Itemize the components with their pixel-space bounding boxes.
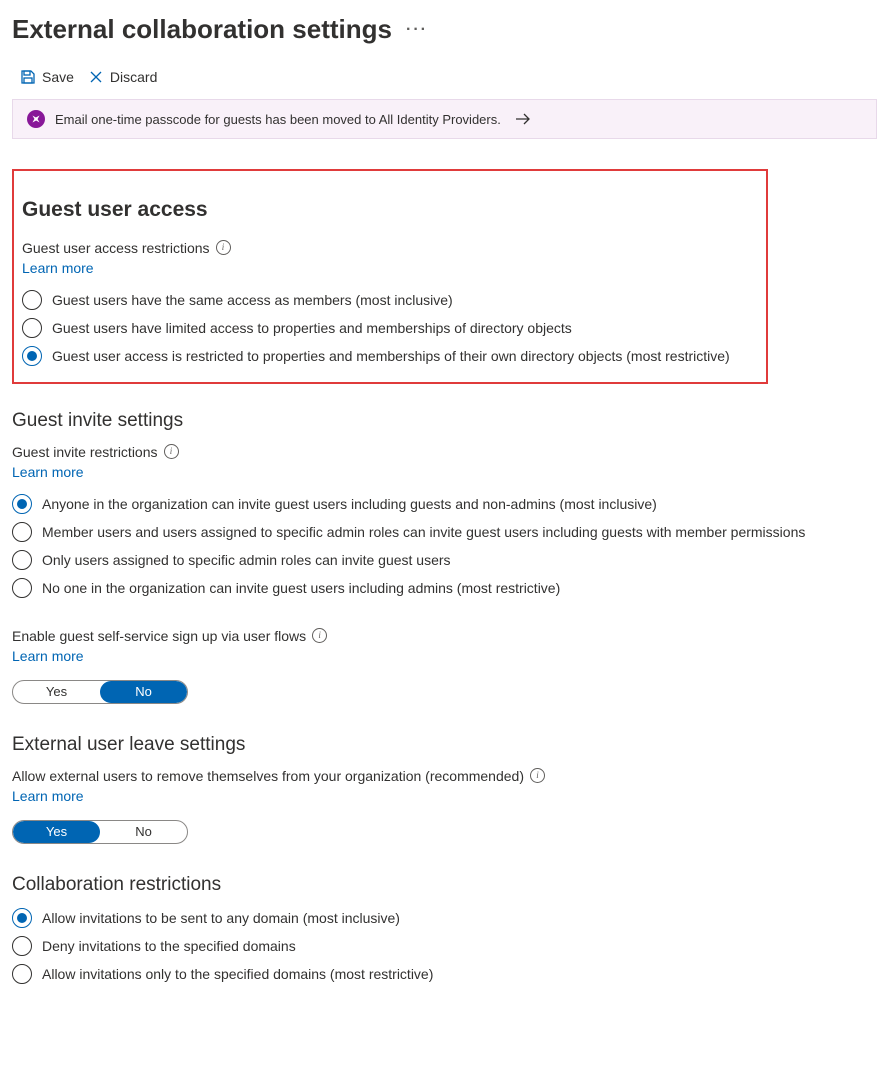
discard-label: Discard (110, 69, 157, 85)
radio-icon (12, 494, 32, 514)
guest-invite-subtitle: Guest invite restrictions (12, 444, 158, 460)
guest-invite-option-0[interactable]: Anyone in the organization can invite gu… (12, 494, 877, 514)
external-leave-learn-more-link[interactable]: Learn more (12, 788, 84, 804)
guest-invite-heading: Guest invite settings (12, 410, 877, 432)
info-icon[interactable]: i (530, 768, 545, 783)
radio-label: Guest users have limited access to prope… (52, 320, 572, 336)
guest-access-option-2[interactable]: Guest user access is restricted to prope… (22, 346, 758, 366)
close-icon (88, 69, 104, 85)
toggle-no[interactable]: No (100, 821, 187, 843)
radio-label: Deny invitations to the specified domain… (42, 938, 296, 954)
toggle-no[interactable]: No (100, 681, 187, 703)
radio-icon (12, 936, 32, 956)
guest-access-heading: Guest user access (22, 198, 758, 222)
external-leave-heading: External user leave settings (12, 734, 877, 756)
guest-invite-option-1[interactable]: Member users and users assigned to speci… (12, 522, 877, 542)
radio-label: Only users assigned to specific admin ro… (42, 552, 451, 568)
radio-icon (22, 346, 42, 366)
radio-label: Allow invitations only to the specified … (42, 966, 433, 982)
guest-invite-option-3[interactable]: No one in the organization can invite gu… (12, 578, 877, 598)
collab-option-1[interactable]: Deny invitations to the specified domain… (12, 936, 877, 956)
external-leave-section: External user leave settings Allow exter… (12, 734, 877, 844)
guest-user-access-section: Guest user access Guest user access rest… (12, 169, 768, 384)
radio-icon (12, 578, 32, 598)
radio-label: Guest user access is restricted to prope… (52, 348, 730, 364)
collab-restrictions-radio-group: Allow invitations to be sent to any doma… (12, 908, 877, 984)
guest-access-option-0[interactable]: Guest users have the same access as memb… (22, 290, 758, 310)
info-icon[interactable]: i (312, 628, 327, 643)
discard-button[interactable]: Discard (88, 69, 157, 85)
radio-icon (22, 318, 42, 338)
radio-icon (12, 550, 32, 570)
command-bar: Save Discard (12, 69, 877, 99)
radio-label: No one in the organization can invite gu… (42, 580, 560, 596)
info-icon[interactable]: i (216, 240, 231, 255)
radio-label: Guest users have the same access as memb… (52, 292, 453, 308)
external-leave-toggle[interactable]: Yes No (12, 820, 188, 844)
guest-access-subtitle: Guest user access restrictions (22, 240, 210, 256)
guest-access-option-1[interactable]: Guest users have limited access to prope… (22, 318, 758, 338)
save-icon (20, 69, 36, 85)
collab-option-0[interactable]: Allow invitations to be sent to any doma… (12, 908, 877, 928)
external-leave-subtitle: Allow external users to remove themselve… (12, 768, 524, 784)
info-banner: Email one-time passcode for guests has b… (12, 99, 877, 139)
radio-label: Anyone in the organization can invite gu… (42, 496, 657, 512)
self-service-section: Enable guest self-service sign up via us… (12, 628, 877, 704)
radio-icon (12, 908, 32, 928)
radio-icon (12, 964, 32, 984)
guest-invite-learn-more-link[interactable]: Learn more (12, 464, 84, 480)
radio-label: Allow invitations to be sent to any doma… (42, 910, 400, 926)
collab-option-2[interactable]: Allow invitations only to the specified … (12, 964, 877, 984)
radio-icon (22, 290, 42, 310)
collab-restrictions-section: Collaboration restrictions Allow invitat… (12, 874, 877, 984)
self-service-subtitle: Enable guest self-service sign up via us… (12, 628, 306, 644)
page-title: External collaboration settings ··· (12, 14, 877, 45)
toggle-yes[interactable]: Yes (13, 821, 100, 843)
guest-access-radio-group: Guest users have the same access as memb… (22, 290, 758, 366)
guest-access-learn-more-link[interactable]: Learn more (22, 260, 94, 276)
save-button[interactable]: Save (20, 69, 74, 85)
radio-label: Member users and users assigned to speci… (42, 524, 805, 540)
guest-invite-radio-group: Anyone in the organization can invite gu… (12, 494, 877, 598)
banner-text: Email one-time passcode for guests has b… (55, 112, 501, 127)
self-service-learn-more-link[interactable]: Learn more (12, 648, 84, 664)
self-service-toggle[interactable]: Yes No (12, 680, 188, 704)
guest-invite-option-2[interactable]: Only users assigned to specific admin ro… (12, 550, 877, 570)
page-title-text: External collaboration settings (12, 14, 392, 45)
toggle-yes[interactable]: Yes (13, 681, 100, 703)
banner-link-arrow[interactable] (515, 112, 531, 126)
compass-icon (27, 110, 45, 128)
collab-restrictions-heading: Collaboration restrictions (12, 874, 877, 896)
more-menu-button[interactable]: ··· (406, 21, 428, 39)
radio-icon (12, 522, 32, 542)
save-label: Save (42, 69, 74, 85)
info-icon[interactable]: i (164, 444, 179, 459)
guest-invite-section: Guest invite settings Guest invite restr… (12, 410, 877, 598)
